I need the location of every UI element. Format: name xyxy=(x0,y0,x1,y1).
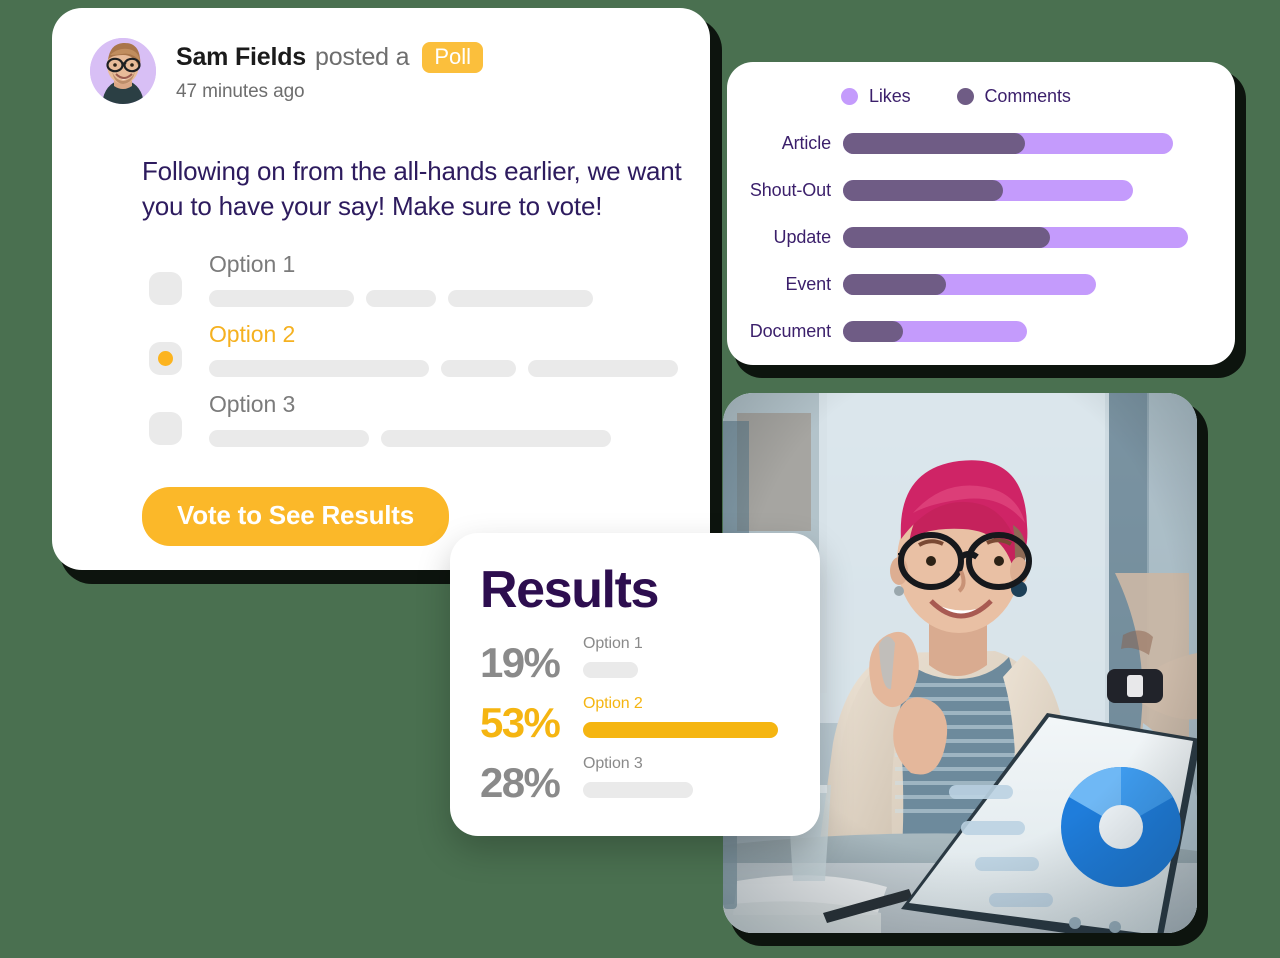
bar-segment-comments xyxy=(843,321,903,342)
skeleton-bar xyxy=(381,430,611,447)
poll-header: Sam Fields posted a Poll 47 minutes ago xyxy=(90,38,483,104)
bar-track xyxy=(843,321,1027,342)
bar-segment-comments xyxy=(843,274,946,295)
skeleton-bar xyxy=(441,360,516,377)
bar-track xyxy=(843,133,1173,154)
poll-options-list: Option 1 Option 2 Option 3 xyxy=(149,251,678,461)
option-content: Option 1 xyxy=(209,251,593,307)
results-list: 19% Option 1 53% Option 2 28% Option 3 xyxy=(480,633,800,813)
chart-bar-row: Event xyxy=(727,261,1235,308)
option-checkbox[interactable] xyxy=(149,272,182,305)
poll-option-1[interactable]: Option 1 xyxy=(149,251,678,321)
poll-option-2[interactable]: Option 2 xyxy=(149,321,678,391)
bar-category-label: Event xyxy=(785,274,831,294)
option-skeleton-row xyxy=(209,430,611,447)
result-bar xyxy=(583,722,778,738)
poll-option-3[interactable]: Option 3 xyxy=(149,391,678,461)
skeleton-bar xyxy=(209,430,369,447)
vote-to-see-results-button[interactable]: Vote to See Results xyxy=(142,487,450,546)
result-percent: 19% xyxy=(480,639,561,686)
bar-segment-comments xyxy=(843,227,1050,248)
chart-legend: Likes Comments xyxy=(841,86,1071,107)
option-content: Option 2 xyxy=(209,321,678,377)
legend-item-comments: Comments xyxy=(956,86,1071,107)
bar-segment-comments xyxy=(843,180,1003,201)
poster-name: Sam Fields xyxy=(176,43,306,72)
option-checkbox-selected[interactable] xyxy=(149,342,182,375)
chart-bar-row: Article xyxy=(727,120,1235,167)
poll-header-line: Sam Fields posted a Poll xyxy=(176,42,483,74)
result-bar xyxy=(583,782,693,798)
result-label: Option 2 xyxy=(583,695,643,712)
poll-header-text: Sam Fields posted a Poll 47 minutes ago xyxy=(176,38,483,103)
skeleton-bar xyxy=(448,290,593,307)
poll-type-badge: Poll xyxy=(422,42,483,74)
bar-category-label: Shout-Out xyxy=(749,180,831,200)
bar-track xyxy=(843,274,1096,295)
result-label: Option 3 xyxy=(583,755,643,772)
results-title: Results xyxy=(480,561,659,619)
chart-bars: Article Shout-Out Update Event Document xyxy=(727,120,1235,355)
skeleton-bar xyxy=(366,290,436,307)
skeleton-bar xyxy=(528,360,678,377)
bar-category-label: Article xyxy=(781,133,831,153)
poll-post-card: Sam Fields posted a Poll 47 minutes ago … xyxy=(52,8,710,570)
poll-question-text: Following on from the all-hands earlier,… xyxy=(142,156,682,221)
posted-a-text: posted a xyxy=(315,43,410,72)
result-percent: 28% xyxy=(480,759,561,806)
result-row: 19% Option 1 xyxy=(480,633,800,693)
legend-label-comments: Comments xyxy=(984,86,1071,106)
result-content: Option 2 xyxy=(583,693,778,738)
result-content: Option 3 xyxy=(583,753,693,798)
option-skeleton-row xyxy=(209,360,678,377)
likes-color-dot-icon xyxy=(841,88,858,105)
bar-segment-comments xyxy=(843,133,1025,154)
skeleton-bar xyxy=(209,290,354,307)
option-label: Option 3 xyxy=(209,391,296,417)
post-timestamp: 47 minutes ago xyxy=(176,81,305,103)
avatar xyxy=(90,38,156,104)
option-skeleton-row xyxy=(209,290,593,307)
result-row: 28% Option 3 xyxy=(480,753,800,813)
bar-category-label: Document xyxy=(749,321,831,341)
result-content: Option 1 xyxy=(583,633,643,678)
skeleton-bar xyxy=(209,360,429,377)
bar-track xyxy=(843,227,1188,248)
bar-category-label: Update xyxy=(773,227,832,247)
option-content: Option 3 xyxy=(209,391,611,447)
chart-bar-row: Update xyxy=(727,214,1235,261)
chart-bar-row: Shout-Out xyxy=(727,167,1235,214)
result-bar xyxy=(583,662,638,678)
comments-color-dot-icon xyxy=(956,88,974,105)
chart-bar-row: Document xyxy=(727,308,1235,355)
bar-track xyxy=(843,180,1133,201)
engagement-chart-card: Likes Comments Article Shout-Out Update … xyxy=(727,62,1235,365)
option-checkbox[interactable] xyxy=(149,412,182,445)
avatar-photo xyxy=(90,38,156,104)
option-label: Option 2 xyxy=(209,321,296,347)
legend-label-likes: Likes xyxy=(869,86,911,106)
legend-item-likes: Likes xyxy=(841,86,911,107)
result-row: 53% Option 2 xyxy=(480,693,800,753)
result-label: Option 1 xyxy=(583,635,643,652)
poll-results-card: Results 19% Option 1 53% Option 2 28% Op… xyxy=(450,533,820,836)
option-label: Option 1 xyxy=(209,251,296,277)
page-root: Likes Comments Article Shout-Out Update … xyxy=(0,0,1280,958)
result-percent: 53% xyxy=(480,699,561,746)
